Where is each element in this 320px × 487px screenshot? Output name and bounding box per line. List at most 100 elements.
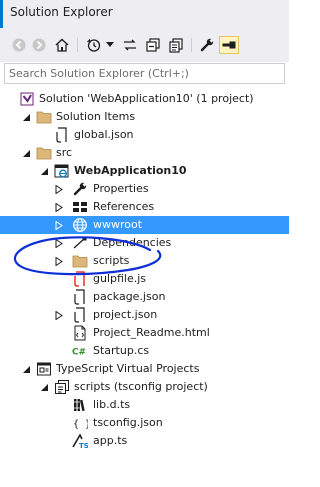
gulp-file-icon (72, 271, 88, 287)
dependencies-icon (72, 235, 88, 251)
folder-icon (36, 145, 52, 161)
tree-item-lib-dts[interactable]: lib.d.ts (0, 396, 289, 414)
collapse-arrow-icon[interactable] (38, 381, 50, 393)
svg-text:TS: TS (79, 442, 88, 449)
home-icon (55, 38, 69, 52)
search-box[interactable] (4, 63, 285, 84)
tree-item-ts-scripts-project[interactable]: scripts (tsconfig project) (0, 378, 289, 396)
tree-item-package-json[interactable]: package.json (0, 288, 289, 306)
web-project-icon (54, 163, 70, 179)
expand-arrow-icon[interactable] (53, 255, 65, 267)
tree-item-solution-items[interactable]: Solution Items (0, 108, 289, 126)
tree-item-dependencies[interactable]: Dependencies (0, 234, 289, 252)
show-all-files-icon (169, 38, 183, 53)
properties-button[interactable] (197, 36, 217, 54)
tree-item-app-ts[interactable]: TS app.ts (0, 432, 289, 450)
tree-item-references[interactable]: References (0, 198, 289, 216)
json-file-icon (72, 307, 88, 323)
tree-item-label: gulpfile.js (93, 272, 147, 285)
html-file-icon (72, 325, 88, 341)
collapse-all-icon (146, 38, 160, 52)
window-title: Solution Explorer (10, 5, 113, 19)
tree-item-label: Startup.cs (93, 344, 150, 357)
tree-item-label: project.json (93, 308, 158, 321)
tree-item-label: app.ts (93, 434, 128, 447)
search-input[interactable] (5, 64, 284, 83)
tree-item-label: WebApplication10 (74, 164, 187, 177)
history-button[interactable] (84, 36, 104, 54)
tree-item-webapplication10[interactable]: WebApplication10 (0, 162, 289, 180)
expand-arrow-icon[interactable] (53, 237, 65, 249)
tree-item-wwwroot[interactable]: wwwroot (0, 216, 289, 234)
toolbar-separator (191, 38, 192, 52)
collapse-arrow-icon[interactable] (20, 111, 32, 123)
tree-item-label: package.json (93, 290, 166, 303)
expand-arrow-icon[interactable] (53, 219, 65, 231)
solution-icon (19, 91, 35, 107)
explorer-bottom-area (0, 460, 289, 487)
toolbar (0, 28, 289, 62)
preview-pin-icon (222, 41, 236, 49)
forward-icon (32, 38, 46, 52)
back-button[interactable] (10, 36, 28, 54)
collapse-arrow-icon[interactable] (20, 363, 32, 375)
tree-item-tsconfig-json[interactable]: { } tsconfig.json (0, 414, 289, 432)
tree-item-label: TypeScript Virtual Projects (56, 362, 200, 375)
tree-item-label: lib.d.ts (93, 398, 131, 411)
folder-icon (36, 109, 52, 125)
collapse-arrow-icon[interactable] (38, 165, 50, 177)
tree-item-label: Solution Items (56, 110, 136, 123)
tree-item-label: Dependencies (93, 236, 172, 249)
forward-button[interactable] (30, 36, 48, 54)
tree-item-solution[interactable]: Solution 'WebApplication10' (1 project) (0, 90, 289, 108)
typescript-file-icon: TS (72, 433, 88, 449)
back-icon (12, 38, 26, 52)
tsconfig-project-icon (54, 379, 70, 395)
preview-selected-items-button[interactable] (219, 36, 239, 54)
json-file-icon (54, 127, 70, 143)
collapse-arrow-icon[interactable] (20, 147, 32, 159)
tree-item-label: tsconfig.json (93, 416, 163, 429)
expand-arrow-icon[interactable] (53, 201, 65, 213)
home-button[interactable] (52, 36, 72, 54)
sync-icon (124, 39, 136, 51)
history-icon (87, 38, 101, 52)
collapse-all-button[interactable] (143, 36, 163, 54)
properties-wrench-icon (200, 38, 214, 52)
svg-text:C#: C# (72, 348, 86, 358)
config-braces-icon: { } (72, 415, 88, 431)
tree-item-global-json[interactable]: global.json (0, 126, 289, 144)
tree-item-label: global.json (74, 128, 134, 141)
references-icon (72, 199, 88, 215)
toolbar-separator (77, 38, 78, 52)
tree-item-label: Solution 'WebApplication10' (1 project) (39, 92, 254, 105)
tree-item-label: src (56, 146, 73, 159)
history-dropdown-button[interactable] (105, 36, 115, 54)
tree-item-startup-cs[interactable]: C# Startup.cs (0, 342, 289, 360)
tree-item-ts-virtual-projects[interactable]: TypeScript Virtual Projects (0, 360, 289, 378)
tree-item-src[interactable]: src (0, 144, 289, 162)
virtual-projects-icon (36, 361, 52, 377)
folder-icon (72, 253, 88, 269)
solution-explorer-window: Solution Explorer Search Solution Explor… (0, 0, 289, 487)
json-file-icon (72, 289, 88, 305)
tree-item-properties[interactable]: Properties (0, 180, 289, 198)
tree-item-project-json[interactable]: project.json (0, 306, 289, 324)
solution-tree: Solution 'WebApplication10' (1 project) … (0, 88, 289, 460)
tree-item-label: scripts (93, 254, 130, 267)
tree-item-label: References (93, 200, 155, 213)
tree-item-gulpfile[interactable]: gulpfile.js (0, 270, 289, 288)
show-all-files-button[interactable] (166, 36, 186, 54)
tree-item-label: Properties (93, 182, 149, 195)
library-icon (72, 397, 88, 413)
wrench-icon (72, 181, 88, 197)
tree-item-scripts[interactable]: scripts (0, 252, 289, 270)
globe-icon (72, 217, 88, 233)
csharp-file-icon: C# (72, 343, 88, 359)
tree-item-label: scripts (tsconfig project) (74, 380, 208, 393)
expand-arrow-icon[interactable] (53, 183, 65, 195)
tree-item-project-readme[interactable]: Project_Readme.html (0, 324, 289, 342)
tree-item-label: Project_Readme.html (93, 326, 210, 339)
sync-with-document-button[interactable] (120, 36, 140, 54)
expand-arrow-icon[interactable] (53, 309, 65, 321)
